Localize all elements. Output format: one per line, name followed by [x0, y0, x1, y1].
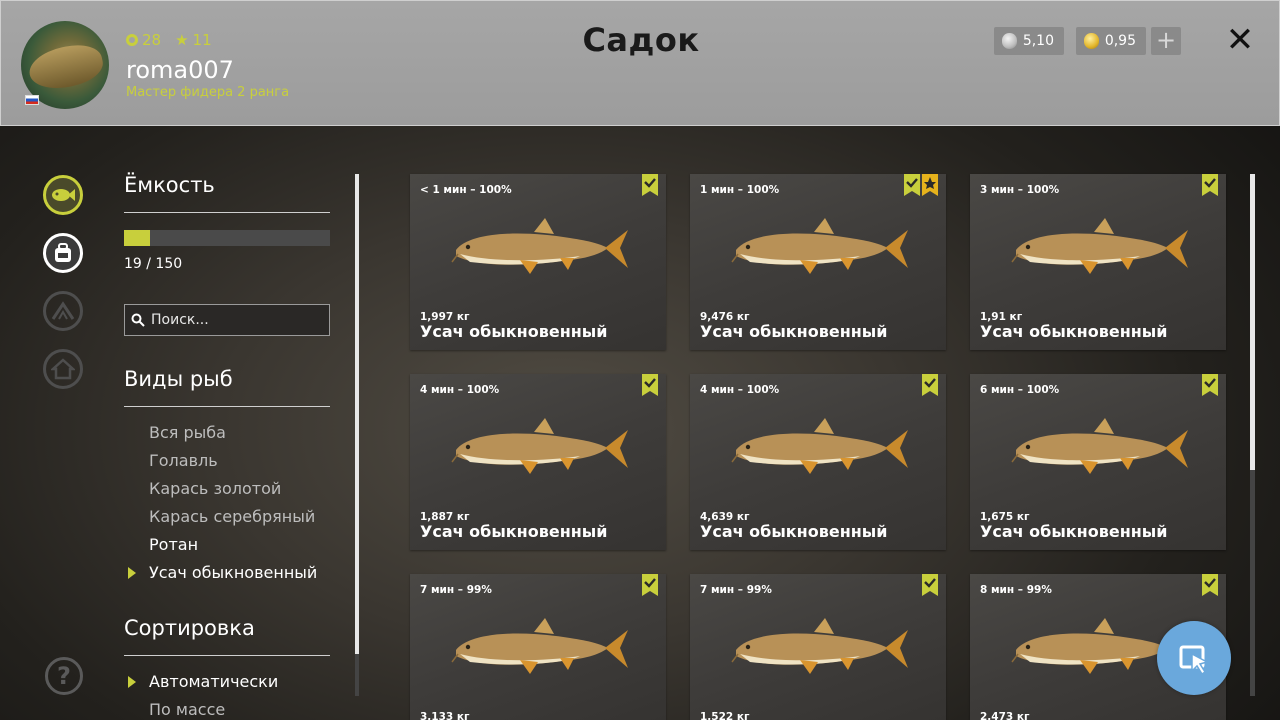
grid-scrollbar-track[interactable] [1250, 470, 1255, 696]
russia-flag-icon [25, 95, 39, 105]
barbel-fish-image [451, 618, 628, 674]
fish-weight: 3,133 кг [420, 711, 470, 720]
panel-scrollbar-thumb[interactable] [355, 174, 359, 654]
silver-coins-icon [1002, 33, 1017, 49]
house-icon[interactable] [43, 349, 83, 389]
fish-card[interactable]: 4 мин – 100% 4,639 кг Усач обыкновенный [690, 374, 946, 550]
fish-name: Усач обыкновенный [420, 322, 608, 341]
catch-time: 7 мин – 99% [700, 584, 772, 596]
species-filter-item[interactable]: Карась золотой [149, 479, 281, 498]
fish-weight: 1,522 кг [700, 711, 750, 720]
fish-name: Усач обыкновенный [700, 322, 888, 341]
catch-time: 3 мин – 100% [980, 184, 1060, 196]
catch-time: 4 мин – 100% [700, 384, 780, 396]
barbel-fish-image [1011, 218, 1188, 274]
bookmark-check-icon[interactable] [1202, 574, 1218, 596]
fish-card[interactable]: 7 мин – 99%1,522 кгУсач обыкновенный [690, 574, 946, 720]
gold-balance[interactable]: 0,95 [1076, 27, 1146, 55]
gold-amount: 0,95 [1104, 33, 1136, 49]
barbel-fish-image [731, 218, 908, 274]
selected-arrow-icon [128, 567, 136, 579]
backpack-icon[interactable] [43, 233, 83, 273]
divider [124, 406, 330, 407]
catch-time: 7 мин – 99% [420, 584, 492, 596]
panel-scrollbar-track[interactable] [355, 654, 359, 696]
fish-name: Усач обыкновенный [980, 322, 1168, 341]
barbel-fish-image [731, 418, 908, 474]
fish-name: Усач обыкновенный [700, 522, 888, 541]
species-filter-item[interactable]: Голавль [149, 451, 218, 470]
bookmark-check-icon[interactable] [642, 374, 658, 396]
keepnet-fish-icon[interactable] [43, 175, 83, 215]
bookmark-check-icon[interactable] [642, 574, 658, 596]
pointer-cursor-icon [1179, 645, 1209, 676]
bookmark-check-icon[interactable] [1202, 374, 1218, 396]
fish-card[interactable]: 6 мин – 100% 1,675 кг Усач обыкновенный [970, 374, 1226, 550]
barbel-fish-image [451, 418, 628, 474]
capacity-text: 19 / 150 [124, 256, 183, 272]
trophy-star-icon[interactable] [922, 174, 938, 196]
catch-time: 1 мин – 100% [700, 184, 780, 196]
gold-coins-icon [1084, 33, 1099, 49]
capacity-bar-fill [124, 230, 151, 246]
username: roma007 [126, 56, 234, 84]
bookmark-check-icon[interactable] [1202, 174, 1218, 196]
silver-balance[interactable]: 5,10 [994, 27, 1064, 55]
sort-heading: Сортировка [124, 616, 255, 640]
help-button[interactable]: ? [45, 657, 83, 695]
fish-name: Усач обыкновенный [420, 522, 608, 541]
species-heading: Виды рыб [124, 367, 233, 391]
rank-title: Мастер фидера 2 ранга [126, 85, 290, 100]
fish-card[interactable]: < 1 мин – 100% 1,997 кг Усач обыкновенный [410, 174, 666, 350]
barbel-fish-image [451, 218, 628, 274]
fish-weight: 2,473 кг [980, 711, 1030, 720]
bookmark-check-icon[interactable] [904, 174, 920, 196]
catch-time: < 1 мин – 100% [420, 184, 512, 196]
catch-time: 4 мин – 100% [420, 384, 500, 396]
bookmark-check-icon[interactable] [922, 374, 938, 396]
cursor-mode-button[interactable] [1157, 621, 1231, 695]
top-bar: 28 ★ 11 roma007 Мастер фидера 2 ранга Сад… [0, 0, 1280, 126]
fish-card[interactable]: 1 мин – 100% 9,476 кг Усач обыкновенный [690, 174, 946, 350]
divider [124, 655, 330, 656]
grid-scrollbar-thumb[interactable] [1250, 174, 1255, 470]
catch-time: 8 мин – 99% [980, 584, 1052, 596]
capacity-bar [124, 230, 330, 246]
sort-option-selected[interactable]: Автоматически [149, 672, 278, 691]
fish-name: Усач обыкновенный [980, 522, 1168, 541]
bookmark-check-icon[interactable] [922, 574, 938, 596]
divider [124, 212, 330, 213]
silver-amount: 5,10 [1022, 33, 1054, 49]
capacity-heading: Ёмкость [124, 173, 215, 197]
species-filter-item[interactable]: Ротан [149, 535, 198, 554]
search-icon [131, 313, 145, 327]
fish-card[interactable]: 7 мин – 99%3,133 кгУсач обыкновенный [410, 574, 666, 720]
search-input[interactable] [151, 312, 321, 328]
selected-arrow-icon [128, 676, 136, 688]
close-icon[interactable]: ✕ [1225, 23, 1255, 57]
fish-card[interactable]: 3 мин – 100% 1,91 кг Усач обыкновенный [970, 174, 1226, 350]
sort-option[interactable]: По массе [149, 700, 225, 719]
species-filter-item[interactable]: Вся рыба [149, 423, 226, 442]
bookmark-check-icon[interactable] [642, 174, 658, 196]
catch-time: 6 мин – 100% [980, 384, 1060, 396]
add-currency-button[interactable]: + [1151, 27, 1181, 55]
species-filter-item[interactable]: Карась серебряный [149, 507, 315, 526]
tent-icon[interactable] [43, 291, 83, 331]
search-box[interactable] [124, 304, 330, 336]
barbel-fish-image [1011, 418, 1188, 474]
barbel-fish-image [731, 618, 908, 674]
species-filter-item-selected[interactable]: Усач обыкновенный [149, 563, 317, 582]
fish-card[interactable]: 4 мин – 100% 1,887 кг Усач обыкновенный [410, 374, 666, 550]
